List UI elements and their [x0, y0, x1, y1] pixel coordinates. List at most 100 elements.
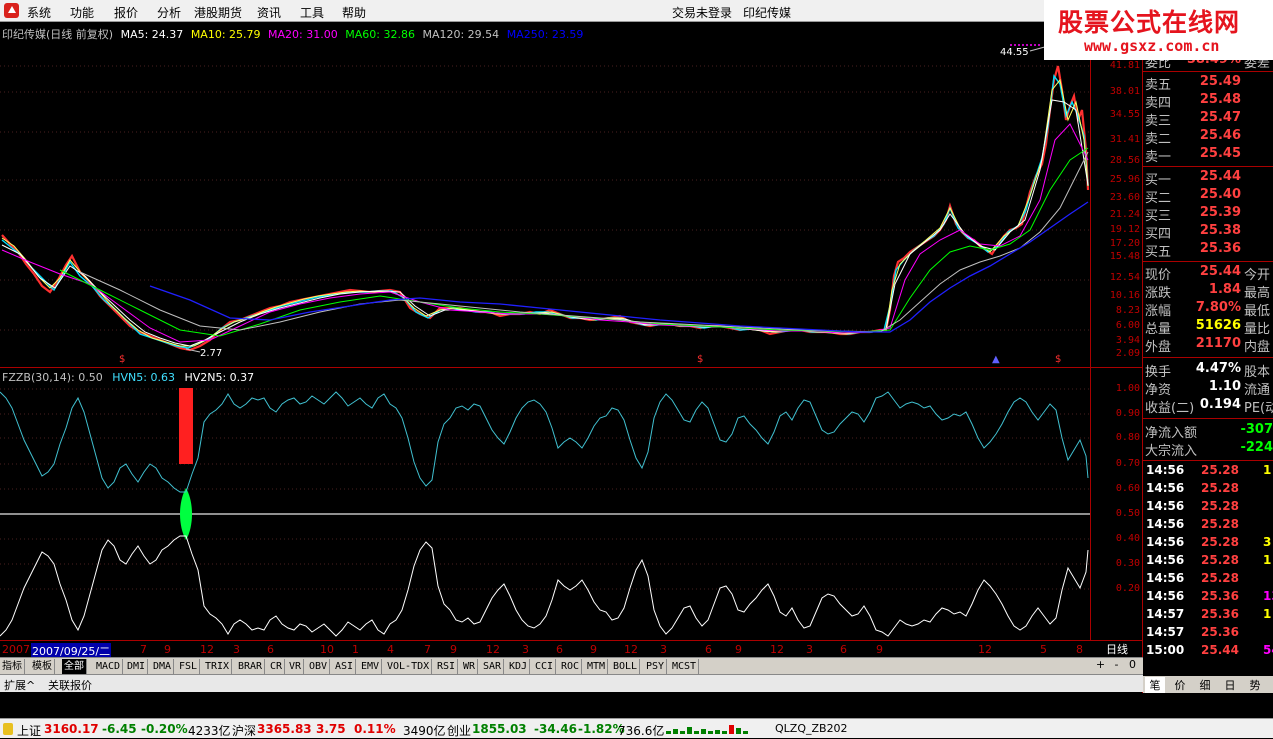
price-kline-chart[interactable]: 44.55 2.77 $ $ ▲ $ [0, 40, 1090, 366]
tab-all[interactable]: 全部 [62, 659, 87, 674]
bid-row-1[interactable]: 买一 25.44 [1143, 169, 1273, 188]
tab-cci[interactable]: CCI [533, 659, 557, 674]
tab-rsi[interactable]: RSI [435, 659, 459, 674]
tab-expand[interactable]: 扩展^ [4, 677, 35, 693]
tab-trend[interactable]: 势 [1245, 677, 1265, 693]
fund-extra: PE(动 [1244, 401, 1273, 416]
tab-cr[interactable]: CR [268, 659, 286, 674]
tab-emv[interactable]: EMV [359, 659, 383, 674]
tab-vol-tdx[interactable]: VOL-TDX [385, 659, 433, 674]
ask-row-5[interactable]: 卖五 25.49 [1143, 74, 1273, 93]
tab-boll[interactable]: BOLL [611, 659, 641, 674]
price-tick: 28.56 [1109, 155, 1140, 166]
zoom-reset-button[interactable]: 0 [1125, 658, 1140, 671]
tab-sar[interactable]: SAR [481, 659, 505, 674]
ask-row-4[interactable]: 卖四 25.48 [1143, 92, 1273, 111]
tab-trix[interactable]: TRIX [203, 659, 233, 674]
bid-row-4[interactable]: 买四 25.38 [1143, 223, 1273, 242]
tab-kdj[interactable]: KDJ [507, 659, 531, 674]
tab-indicator[interactable]: 指标 [0, 659, 25, 674]
tab-dma[interactable]: DMA [151, 659, 175, 674]
tab-price[interactable]: 价 [1170, 677, 1190, 693]
event-marker-2[interactable]: $ [697, 354, 703, 365]
alert-icon[interactable] [3, 723, 13, 735]
zoom-in-button[interactable]: + [1093, 658, 1108, 671]
tab-mcst[interactable]: MCST [670, 659, 700, 674]
tab-template[interactable]: 模板 [30, 659, 55, 674]
stat-extra: 最低 [1244, 304, 1271, 319]
tab-mtm[interactable]: MTM [585, 659, 609, 674]
menu-tools[interactable]: 工具 [300, 4, 324, 21]
bid-row-5[interactable]: 买五 25.36 [1143, 241, 1273, 260]
market-bars-icon[interactable] [664, 723, 754, 735]
bid-row-2[interactable]: 买二 25.40 [1143, 187, 1273, 206]
tab-wr[interactable]: WR [461, 659, 479, 674]
tab-day[interactable]: 日 [1220, 677, 1240, 693]
current-stock-name: 印纪传媒 [743, 6, 792, 20]
stat-row-volume: 总量 51626 量比 [1143, 318, 1273, 337]
cy-label[interactable]: 创业 [447, 722, 471, 739]
stat-label: 现价 [1145, 268, 1172, 283]
axis-divider [1090, 40, 1091, 640]
hs-label[interactable]: 沪深 [232, 722, 256, 739]
flow-label: 净流入额 [1145, 426, 1198, 441]
ask-label: 卖四 [1145, 96, 1172, 111]
stat-extra: 量比 [1244, 322, 1271, 337]
tab-asi[interactable]: ASI [333, 659, 357, 674]
bid-price: 25.38 [1199, 223, 1241, 238]
separator [1143, 460, 1273, 461]
trade-vol: 54 [1263, 643, 1273, 657]
zoom-out-button[interactable]: - [1109, 658, 1124, 671]
stat-label: 涨幅 [1145, 304, 1172, 319]
ask-row-3[interactable]: 卖三 25.47 [1143, 110, 1273, 129]
menu-quote[interactable]: 报价 [114, 4, 138, 21]
time-tick: 12 [978, 643, 992, 656]
tab-related-quotes[interactable]: 关联报价 [48, 677, 92, 693]
tab-macd[interactable]: MACD [94, 659, 124, 674]
cy-amount: 736.6亿 [618, 724, 665, 738]
tab-ticks[interactable]: 笔 [1145, 677, 1165, 693]
trade-price: 25.28 [1201, 571, 1239, 585]
event-marker-4[interactable]: $ [1055, 354, 1061, 365]
ask-row-2[interactable]: 卖二 25.46 [1143, 128, 1273, 147]
separator [1143, 357, 1273, 358]
ma20-line [1, 123, 1089, 343]
indicator-tick: 0.40 [1115, 533, 1140, 544]
tab-dmi[interactable]: DMI [125, 659, 149, 674]
time-axis[interactable]: 2007 2007/09/25/二 7 9 12 3 6 10 1 4 7 9 … [0, 640, 1143, 659]
menu-help[interactable]: 帮助 [342, 4, 366, 21]
sh-label[interactable]: 上证 [17, 722, 41, 739]
trade-login-status[interactable]: 交易未登录 [672, 4, 732, 21]
fund-label: 净资 [1145, 383, 1172, 398]
menu-info[interactable]: 资讯 [257, 4, 281, 21]
indicator-tick: 0.90 [1115, 408, 1140, 419]
app-logo-icon[interactable] [4, 3, 19, 18]
event-marker-1[interactable]: $ [119, 354, 125, 365]
time-tick: 3 [806, 643, 813, 656]
tab-fsl[interactable]: FSL [177, 659, 201, 674]
tab-obv[interactable]: OBV [307, 659, 331, 674]
period-selector[interactable]: 日线 [1097, 641, 1137, 657]
menu-system[interactable]: 系统 [27, 4, 51, 21]
ask-row-1[interactable]: 卖一 25.45 [1143, 146, 1273, 165]
flow-value: -307 [1240, 422, 1273, 437]
ask-price: 25.46 [1199, 128, 1241, 143]
tab-psy[interactable]: PSY [644, 659, 668, 674]
menu-hk-futures[interactable]: 港股期货 [194, 4, 242, 21]
menu-function[interactable]: 功能 [70, 4, 94, 21]
menu-analysis[interactable]: 分析 [157, 4, 181, 21]
stat-extra: 今开 [1244, 268, 1271, 283]
event-marker-3[interactable]: ▲ [992, 354, 1000, 365]
tab-brar[interactable]: BRAR [236, 659, 266, 674]
tab-vr[interactable]: VR [287, 659, 305, 674]
fund-row-eps: 收益(二) 0.194 PE(动 [1143, 397, 1273, 416]
tab-detail[interactable]: 细 [1195, 677, 1215, 693]
time-tick: 12 [624, 643, 638, 656]
tab-roc[interactable]: ROC [559, 659, 583, 674]
indicator-tick: 0.80 [1115, 432, 1140, 443]
bid-row-3[interactable]: 买三 25.39 [1143, 205, 1273, 224]
stat-value: 51626 [1195, 318, 1241, 333]
indicator-chart[interactable] [0, 368, 1090, 640]
time-tick: 6 [840, 643, 847, 656]
hs-amount: 3490亿 [403, 724, 446, 738]
